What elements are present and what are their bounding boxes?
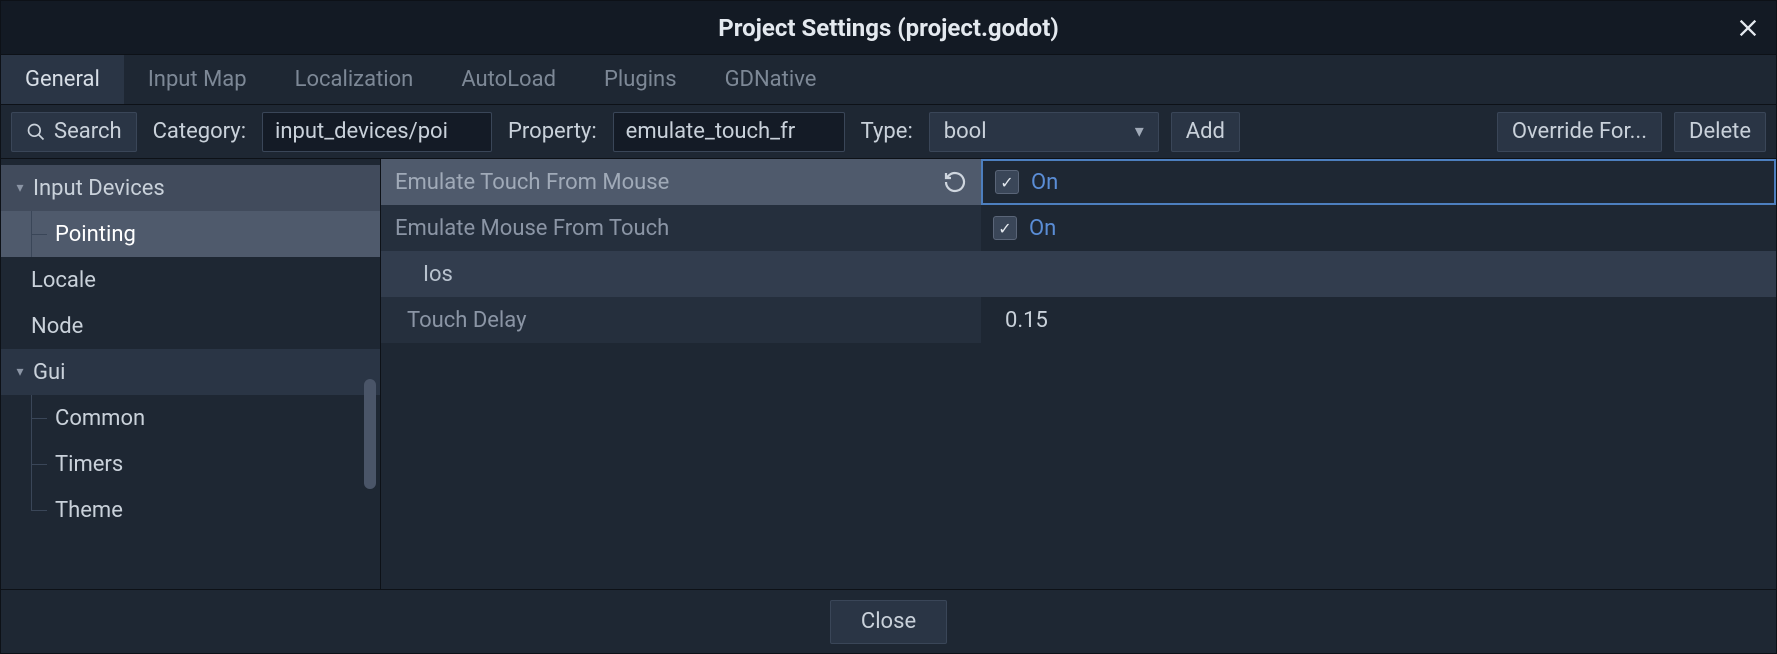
property-label: Emulate Touch From Mouse	[381, 159, 981, 205]
tab-label: Localization	[295, 67, 414, 92]
tab-localization[interactable]: Localization	[271, 55, 438, 104]
scrollbar-thumb[interactable]	[364, 379, 376, 489]
tree-label: Node	[31, 314, 83, 339]
tree-item-input-devices[interactable]: ▾ Input Devices	[1, 165, 380, 211]
add-button[interactable]: Add	[1171, 112, 1240, 152]
search-label: Search	[54, 119, 122, 144]
tree-item-timers[interactable]: Timers	[1, 441, 380, 487]
tab-input-map[interactable]: Input Map	[124, 55, 271, 104]
titlebar: Project Settings (project.godot)	[1, 1, 1776, 55]
tab-label: AutoLoad	[461, 67, 556, 92]
search-icon	[26, 122, 46, 142]
tree-label: Theme	[55, 498, 123, 523]
property-subheader-ios: Ios	[381, 251, 1776, 297]
tab-label: GDNative	[725, 67, 817, 92]
property-label: Touch Delay	[381, 297, 981, 343]
tree-item-theme[interactable]: Theme	[1, 487, 380, 533]
type-select[interactable]: bool ▾	[929, 112, 1159, 152]
window-title: Project Settings (project.godot)	[718, 14, 1059, 42]
property-row-touch-delay: Touch Delay 0.15	[381, 297, 1776, 343]
category-input[interactable]	[262, 112, 492, 152]
tree-item-locale[interactable]: Locale	[1, 257, 380, 303]
chevron-down-icon: ▾	[1135, 121, 1144, 142]
search-button[interactable]: Search	[11, 112, 137, 152]
property-row-emulate-mouse-from-touch: Emulate Mouse From Touch ✓ On	[381, 205, 1776, 251]
delete-label: Delete	[1689, 119, 1751, 144]
type-value: bool	[944, 119, 987, 144]
tree-label: Timers	[55, 452, 123, 477]
type-label: Type:	[857, 119, 917, 144]
subheader-label: Ios	[381, 251, 1776, 297]
tree-label: Common	[55, 406, 145, 431]
tree-item-gui[interactable]: ▾ Gui	[1, 349, 380, 395]
reset-icon[interactable]	[943, 170, 967, 194]
number-value: 0.15	[1005, 308, 1048, 333]
chevron-down-icon: ▾	[11, 363, 29, 381]
tree-item-node[interactable]: Node	[1, 303, 380, 349]
chevron-down-icon: ▾	[11, 179, 29, 197]
delete-button[interactable]: Delete	[1674, 112, 1766, 152]
property-name: Emulate Mouse From Touch	[395, 216, 669, 241]
override-for-button[interactable]: Override For...	[1497, 112, 1662, 152]
checkbox[interactable]: ✓	[995, 170, 1019, 194]
checkbox[interactable]: ✓	[993, 216, 1017, 240]
close-label: Close	[861, 609, 916, 634]
property-value: ✓ On	[981, 205, 1776, 251]
close-button[interactable]: Close	[830, 600, 947, 644]
tab-label: Input Map	[148, 67, 247, 92]
category-label: Category:	[149, 119, 250, 144]
subheader-text: Ios	[423, 262, 453, 287]
filter-bar: Search Category: Property: Type: bool ▾ …	[1, 105, 1776, 159]
tab-general[interactable]: General	[1, 55, 124, 104]
tree-item-pointing[interactable]: Pointing	[1, 211, 380, 257]
category-tree: ▾ Input Devices Pointing Locale Node ▾ G…	[1, 159, 381, 589]
checkbox-label: On	[1031, 170, 1058, 195]
tree-label: Pointing	[55, 222, 136, 247]
property-name: Emulate Touch From Mouse	[395, 170, 669, 195]
property-name: Touch Delay	[407, 308, 527, 333]
checkbox-label: On	[1029, 216, 1056, 241]
property-label: Property:	[504, 119, 601, 144]
tab-plugins[interactable]: Plugins	[580, 55, 701, 104]
tab-gdnative[interactable]: GDNative	[701, 55, 841, 104]
content-area: ▾ Input Devices Pointing Locale Node ▾ G…	[1, 159, 1776, 589]
tab-bar: General Input Map Localization AutoLoad …	[1, 55, 1776, 105]
footer: Close	[1, 589, 1776, 653]
add-label: Add	[1186, 119, 1225, 144]
properties-panel: Emulate Touch From Mouse ✓ On Emulate Mo…	[381, 159, 1776, 589]
tab-label: General	[25, 67, 100, 92]
tab-autoload[interactable]: AutoLoad	[437, 55, 580, 104]
property-row-emulate-touch-from-mouse: Emulate Touch From Mouse ✓ On	[381, 159, 1776, 205]
project-settings-window: Project Settings (project.godot) General…	[0, 0, 1777, 654]
tree-label: Gui	[33, 360, 65, 385]
tree-label: Input Devices	[33, 176, 165, 201]
tree-item-common[interactable]: Common	[1, 395, 380, 441]
tab-label: Plugins	[604, 67, 677, 92]
close-icon[interactable]	[1734, 14, 1762, 42]
override-label: Override For...	[1512, 119, 1647, 144]
property-input[interactable]	[613, 112, 845, 152]
tree-label: Locale	[31, 268, 96, 293]
property-value: ✓ On	[981, 159, 1776, 205]
property-value[interactable]: 0.15	[981, 297, 1776, 343]
property-label: Emulate Mouse From Touch	[381, 205, 981, 251]
